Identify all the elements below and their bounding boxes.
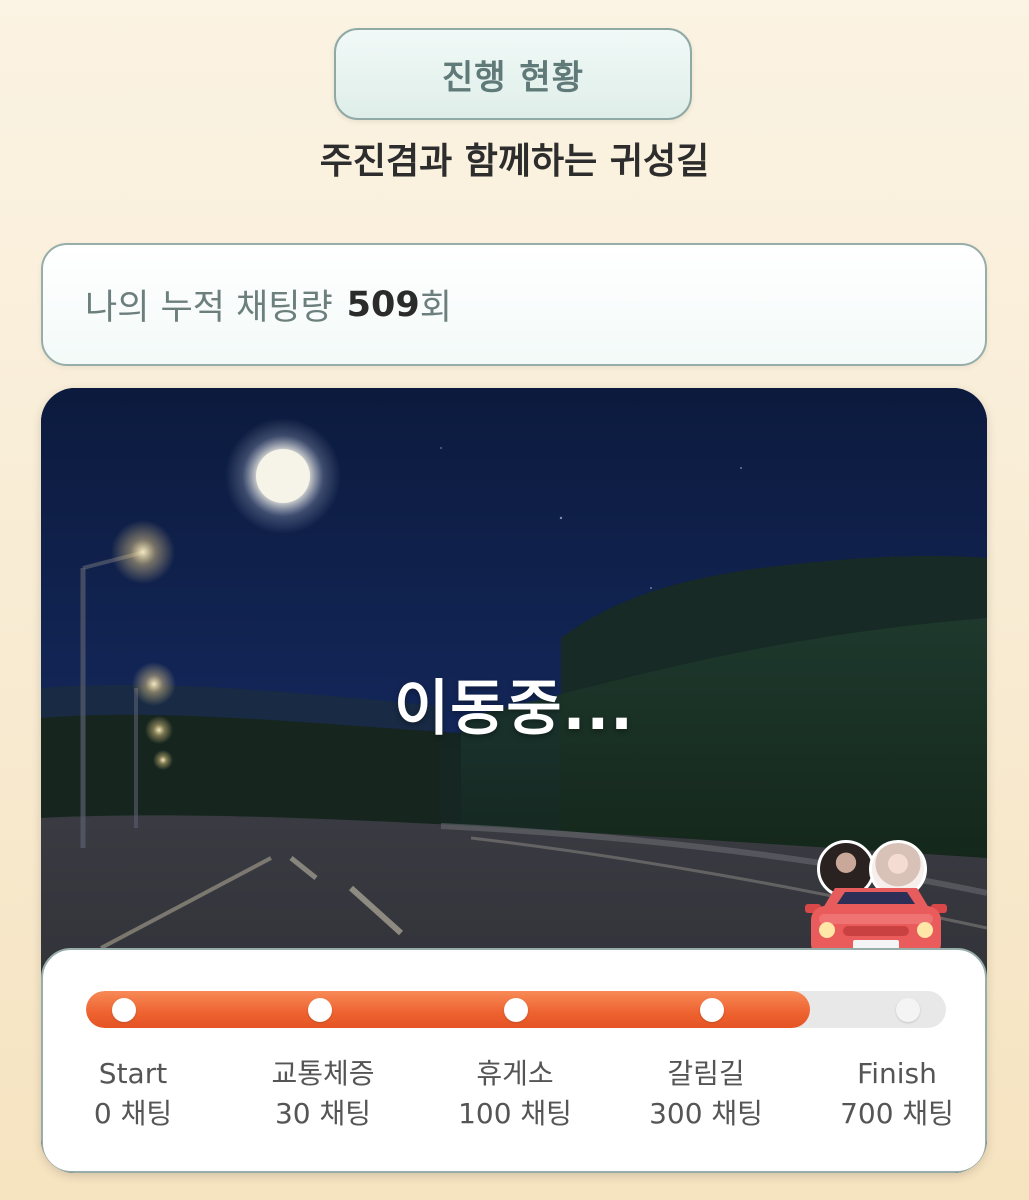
chat-count-unit: 회: [419, 288, 452, 328]
progress-track: [86, 991, 946, 1028]
milestone-rest-area: 휴게소 100 채팅: [425, 1054, 605, 1134]
milestone-requirement: 0 채팅: [93, 1097, 173, 1130]
milestone-dot-finish: [896, 998, 920, 1022]
avatar-icon: [817, 840, 875, 898]
moving-status-text: 이동중...: [394, 674, 634, 744]
page-subtitle: 주진겸과 함께하는 귀성길: [319, 141, 710, 182]
milestone-start: Start 0 채팅: [43, 1054, 223, 1134]
milestone-requirement: 300 채팅: [649, 1097, 763, 1130]
milestone-dot-start: [112, 998, 136, 1022]
milestone-requirement: 100 채팅: [458, 1097, 572, 1130]
milestone-dot-rest-area: [504, 998, 528, 1022]
milestone-dot-crossroad: [700, 998, 724, 1022]
progress-status-title-pill: 진행 현황: [334, 28, 692, 120]
chat-count-label: 나의 누적 채팅량: [85, 288, 333, 328]
milestone-name: 휴게소: [476, 1057, 554, 1090]
progress-panel: Start 0 채팅 교통체증 30 채팅 휴게소 100 채팅 갈림길 300…: [41, 948, 987, 1173]
milestone-requirement: 30 채팅: [274, 1097, 372, 1130]
milestone-name: 갈림길: [667, 1057, 745, 1090]
avatar-icon: [869, 840, 927, 898]
chat-count-card: 나의 누적 채팅량 509 회: [41, 243, 987, 366]
page-title: 진행 현황: [442, 57, 584, 98]
milestone-name: Start: [98, 1057, 168, 1090]
milestone-traffic: 교통체증 30 채팅: [233, 1054, 413, 1134]
milestone-name: 교통체증: [271, 1057, 375, 1090]
journey-scene: 이동중... Start 0 채팅 교통체증 30 채팅 휴게소 100 채팅 …: [41, 388, 987, 1173]
milestone-requirement: 700 채팅: [840, 1097, 954, 1130]
milestone-crossroad: 갈림길 300 채팅: [616, 1054, 796, 1134]
chat-count-value: 509: [346, 284, 420, 325]
milestone-dot-traffic: [308, 998, 332, 1022]
milestone-name: Finish: [857, 1057, 937, 1090]
milestone-finish: Finish 700 채팅: [807, 1054, 987, 1134]
